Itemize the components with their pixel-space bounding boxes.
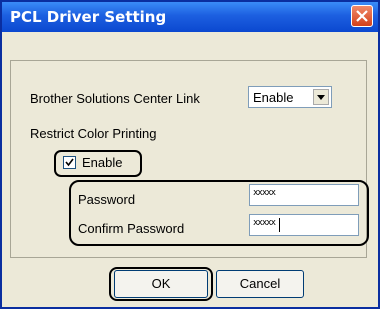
password-value: xxxxx (253, 188, 276, 198)
dropdown-arrow[interactable] (313, 89, 329, 105)
text-caret (279, 218, 280, 232)
chevron-down-icon (317, 95, 325, 100)
enable-checkbox[interactable] (63, 156, 76, 169)
confirm-password-value: xxxxx (253, 218, 276, 228)
password-label: Password (78, 192, 136, 207)
password-input[interactable]: xxxxx (249, 184, 359, 206)
solutions-center-value: Enable (253, 90, 294, 105)
restrict-color-label: Restrict Color Printing (30, 126, 157, 141)
check-icon (65, 158, 74, 167)
close-icon (356, 10, 368, 22)
pcl-driver-setting-dialog: PCL Driver Setting Brother Solutions Cen… (0, 0, 380, 309)
close-button[interactable] (351, 5, 373, 27)
solutions-center-select[interactable]: Enable (248, 86, 332, 108)
title-bar[interactable]: PCL Driver Setting (2, 2, 378, 32)
enable-checkbox-label: Enable (82, 155, 123, 170)
confirm-password-input[interactable]: xxxxx (249, 214, 359, 236)
dialog-title: PCL Driver Setting (10, 8, 167, 26)
cancel-button[interactable]: Cancel (216, 270, 304, 298)
confirm-password-label: Confirm Password (78, 221, 185, 236)
solutions-center-label: Brother Solutions Center Link (30, 91, 200, 106)
ok-button[interactable]: OK (114, 270, 208, 298)
